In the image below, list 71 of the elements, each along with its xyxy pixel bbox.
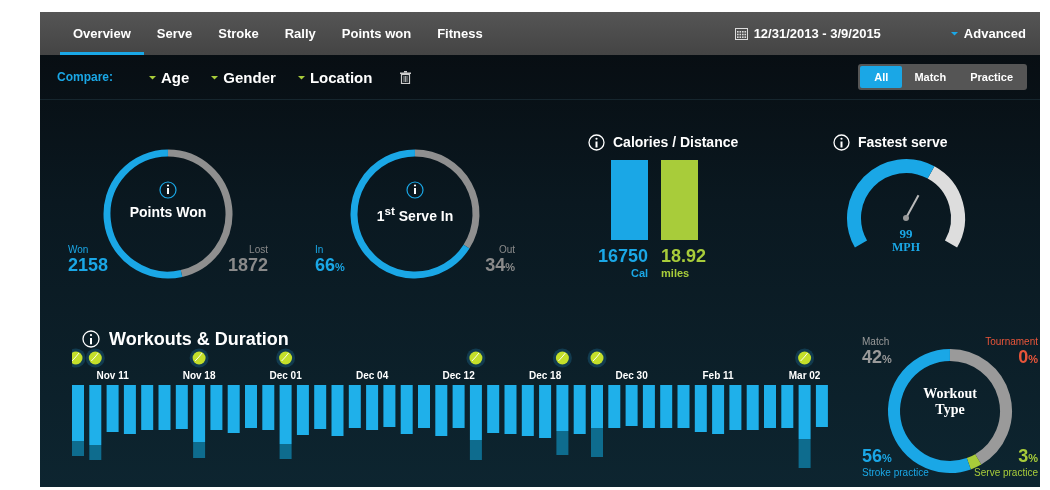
- nav-tab[interactable]: Overview: [60, 15, 144, 55]
- caret-icon: [149, 74, 156, 80]
- tennis-ball-icon[interactable]: [72, 348, 86, 368]
- date-label: Dec 30: [615, 370, 648, 381]
- gauge-needle: [903, 194, 920, 221]
- stat-value: 66%: [315, 255, 345, 276]
- metric-value: 18.92: [661, 246, 707, 267]
- nav-tab[interactable]: Points won: [328, 15, 425, 55]
- trash-icon[interactable]: [400, 70, 412, 84]
- tennis-ball-icon[interactable]: [552, 348, 572, 368]
- segment-label: Match: [862, 336, 891, 347]
- info-icon: [588, 133, 605, 151]
- date-label: Nov 18: [182, 370, 216, 381]
- info-icon[interactable]: [406, 181, 424, 199]
- section-title: Workouts & Duration: [109, 328, 289, 350]
- date-label: Mar 02: [788, 370, 821, 381]
- ring-title: 1$^{st}$ Serve In: [375, 204, 455, 224]
- nav-tab[interactable]: Rally: [271, 15, 329, 55]
- metric-value: 16750: [598, 246, 649, 267]
- advanced-dropdown[interactable]: Advanced: [950, 12, 1040, 55]
- info-icon[interactable]: [159, 181, 177, 199]
- nav-tab[interactable]: Fitness: [424, 15, 496, 55]
- filter-dropdown[interactable]: Location: [297, 68, 373, 86]
- segment-label: Serve practice: [974, 467, 1038, 478]
- stat-label: Out: [498, 244, 515, 255]
- tennis-ball-icon[interactable]: [587, 348, 607, 368]
- compare-label: Compare:: [57, 70, 113, 84]
- tennis-ball-icon[interactable]: [189, 348, 209, 368]
- speed-unit: MPH: [892, 240, 920, 254]
- stat-value: 1872: [227, 255, 268, 276]
- segment-value: 56%: [862, 446, 893, 467]
- info-icon: [833, 133, 850, 151]
- section-title: Fastest serve: [858, 134, 948, 150]
- filter-dropdown[interactable]: Gender: [211, 68, 276, 86]
- segment-value: 42%: [862, 347, 893, 368]
- mode-toggle[interactable]: Practice: [958, 66, 1025, 88]
- stat-label: Won: [68, 244, 90, 255]
- stat-value: 34%: [485, 255, 515, 276]
- speed-value: 99: [899, 226, 913, 241]
- tennis-ball-icon[interactable]: [795, 348, 815, 368]
- date-range[interactable]: 12/31/2013 - 3/9/2015: [753, 26, 881, 41]
- caret-icon: [297, 74, 305, 80]
- date-label: Feb 11: [702, 370, 734, 381]
- caret-icon: [211, 74, 219, 80]
- segment-value: 0%: [1018, 347, 1038, 368]
- stat-label: Lost: [249, 244, 268, 255]
- nav-tab[interactable]: Serve: [143, 15, 206, 55]
- date-label: Dec 18: [528, 370, 562, 381]
- info-icon: [82, 330, 100, 348]
- mode-toggle[interactable]: Match: [902, 66, 959, 88]
- segment-label: Stroke practice: [862, 467, 930, 478]
- stat-value: 2158: [68, 255, 109, 276]
- segment-label: Tournament: [985, 336, 1038, 347]
- calendar-icon: [734, 27, 748, 40]
- date-label: Dec 04: [356, 370, 389, 381]
- donut-title: Workout Type: [922, 386, 978, 418]
- date-label: Dec 12: [442, 370, 475, 381]
- tennis-ball-icon[interactable]: [85, 348, 105, 368]
- nav-tab[interactable]: Stroke: [205, 15, 272, 55]
- date-label: Dec 01: [269, 370, 302, 381]
- metric-unit: miles: [661, 267, 690, 279]
- tennis-ball-icon[interactable]: [276, 348, 296, 368]
- tennis-ball-icon[interactable]: [466, 348, 486, 368]
- caret-icon: [950, 31, 958, 36]
- section-title: Calories / Distance: [613, 134, 739, 150]
- filter-dropdown[interactable]: Age: [149, 68, 190, 86]
- segment-value: 3%: [1018, 446, 1038, 467]
- metric-unit: Cal: [630, 267, 649, 279]
- date-label: Nov 11: [96, 370, 129, 381]
- stat-label: In: [315, 244, 325, 255]
- ring-title: Points Won: [128, 204, 208, 220]
